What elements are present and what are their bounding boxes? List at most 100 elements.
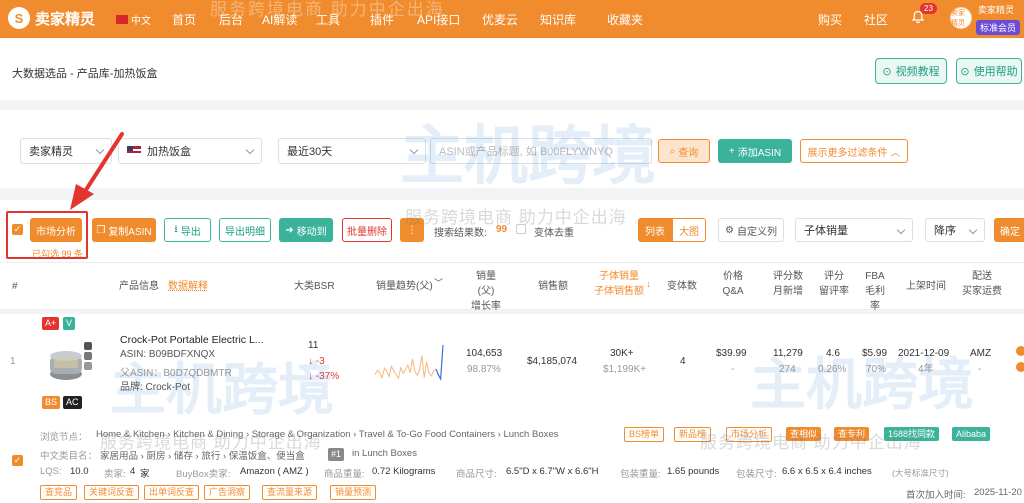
rank-badge: #1: [328, 448, 345, 461]
date-range-select[interactable]: 最近30天: [278, 138, 426, 164]
col-sales[interactable]: 销量(父) 增长率: [468, 269, 504, 314]
col-trend-dropdown-icon[interactable]: ﹀: [434, 276, 443, 291]
col-bsr[interactable]: 大类BSR: [294, 279, 335, 294]
move-to-button[interactable]: ➜ 移动到: [279, 218, 333, 242]
product-image[interactable]: [44, 338, 96, 386]
col-rating[interactable]: 评分 留评率: [818, 269, 850, 299]
asin-search-input[interactable]: ASIN或产品标题, 如 B00FLYWNYQ: [430, 138, 652, 164]
buybox-seller: Amazon ( AMZ ): [240, 466, 309, 477]
gear-icon: ⚙: [725, 224, 734, 236]
ad-insight-button[interactable]: 广告洞察: [204, 485, 251, 500]
row-index: 1: [10, 356, 16, 367]
avatar[interactable]: 卖家精灵: [950, 7, 972, 29]
help-button[interactable]: ⊙ 使用帮助: [956, 58, 1022, 84]
result-count-label: 搜索结果数:: [434, 228, 487, 239]
bestseller-badge: BS: [42, 396, 61, 409]
alibaba-button[interactable]: Alibaba: [952, 427, 991, 441]
amazon-choice-badge: AC: [63, 396, 82, 409]
dedupe-checkbox[interactable]: [516, 224, 526, 234]
sales-trend-sparkline[interactable]: [374, 342, 444, 382]
export-button[interactable]: ⭳ 导出: [164, 218, 211, 242]
traffic-source-button[interactable]: 查流量来源: [262, 485, 318, 500]
first-added-label: 首次加入时间:: [906, 490, 966, 501]
nav-favorites[interactable]: 收藏夹: [607, 11, 643, 28]
col-reviews[interactable]: 评分数 月新增: [772, 269, 804, 299]
dedupe-label: 变体去重: [534, 228, 574, 239]
row-action-icon[interactable]: [1016, 362, 1024, 372]
more-actions-button[interactable]: ⋮: [400, 218, 424, 242]
price: $39.99: [716, 348, 747, 359]
browse-node-path[interactable]: Home & Kitchen › Kitchen & Dining › Stor…: [96, 429, 558, 440]
find-similar-button[interactable]: 查相似: [786, 427, 822, 441]
col-child-sales[interactable]: 子体销量 子体销售额: [594, 269, 644, 299]
china-flag-icon: [116, 15, 128, 24]
grid-view-button[interactable]: 大图: [672, 218, 706, 242]
seller-count: 4: [130, 466, 136, 477]
nav-buy[interactable]: 购买: [818, 11, 842, 28]
more-filters-button[interactable]: 展示更多过滤条件 ︿: [800, 139, 908, 163]
col-fba[interactable]: FBA 毛利率: [863, 269, 887, 314]
row-action-icon[interactable]: [1016, 346, 1024, 356]
nav-api[interactable]: API接口: [417, 11, 460, 28]
sort-order-select[interactable]: 降序: [925, 218, 985, 242]
sort-desc-icon[interactable]: ↓: [646, 277, 651, 292]
competitor-search-button[interactable]: 查竞品: [40, 485, 78, 500]
user-name[interactable]: 卖家精灵: [978, 3, 1014, 16]
batch-delete-button[interactable]: 批量删除: [342, 218, 392, 242]
custom-columns-button[interactable]: ⚙ 自定义列: [718, 218, 784, 242]
category-select[interactable]: 加热饭盒: [118, 138, 262, 164]
col-revenue[interactable]: 销售额: [538, 279, 568, 294]
bsr-change-pct: ↓ -37%: [308, 371, 340, 382]
col-fulfil[interactable]: 配送 买家运费: [960, 269, 1004, 299]
query-button[interactable]: ⌕ 查询: [658, 139, 710, 163]
product-asin[interactable]: ASIN: B09BDFXNQX: [120, 349, 215, 360]
result-count: 99: [496, 224, 508, 235]
nav-ai[interactable]: AI解读: [262, 11, 297, 28]
nav-home[interactable]: 首页: [172, 11, 196, 28]
logo-icon: S: [8, 7, 30, 29]
nav-knowledge[interactable]: 知识库: [540, 11, 576, 28]
col-sales-label: 销量(父): [476, 271, 496, 297]
col-variants[interactable]: 变体数: [667, 279, 697, 294]
sort-field-select[interactable]: 子体销量: [795, 218, 913, 242]
app-logo[interactable]: S 卖家精灵: [8, 7, 95, 29]
1688-search-button[interactable]: 1688找同款: [884, 427, 940, 441]
order-word-reverse-button[interactable]: 出单词反查: [144, 485, 200, 500]
sales-forecast-button[interactable]: 销量预测: [330, 485, 377, 500]
help-label: 使用帮助: [973, 66, 1018, 78]
export-detail-button[interactable]: 导出明细: [219, 218, 271, 242]
category-select-value: 加热饭盒: [147, 146, 191, 158]
language-switch[interactable]: 中文: [116, 12, 151, 27]
table-header: # 产品信息 数据解释 大类BSR 销量趋势(父) ﹀ 销量(父) 增长率 销售额…: [0, 262, 1024, 312]
list-view-button[interactable]: 列表: [638, 218, 672, 242]
data-explain-link[interactable]: 数据解释: [168, 279, 208, 294]
col-trend[interactable]: 销量趋势(父): [376, 279, 433, 294]
bsr-rank: 11: [308, 340, 319, 351]
copy-asin-button[interactable]: ❐ 复制ASIN: [92, 218, 156, 242]
product-brand[interactable]: 品牌: Crock-Pot: [120, 378, 190, 393]
table-row[interactable]: 1 A+ V BS AC Crock-Pot Portable Electric…: [0, 314, 1024, 503]
nav-plugins[interactable]: 插件: [370, 11, 394, 28]
nav-backend[interactable]: 后台: [219, 11, 243, 28]
buybox-label: BuyBox卖家:: [176, 469, 231, 480]
nav-tools[interactable]: 工具: [316, 11, 340, 28]
confirm-button[interactable]: 确定: [994, 218, 1024, 242]
patent-search-button[interactable]: 查专利: [834, 427, 870, 441]
export-label: 导出: [180, 226, 201, 238]
move-to-label: 移动到: [296, 226, 327, 238]
nav-youmai[interactable]: 优麦云: [482, 11, 518, 28]
nav-community[interactable]: 社区: [864, 11, 888, 28]
product-parent-asin[interactable]: 父ASIN：B0D7QDBMTR: [120, 364, 232, 379]
product-title[interactable]: Crock-Pot Portable Electric L...: [120, 334, 264, 346]
col-launch[interactable]: 上架时间: [906, 279, 946, 294]
keyword-reverse-button[interactable]: 关键词反查: [84, 485, 140, 500]
col-price[interactable]: 价格 Q&A: [722, 269, 744, 299]
row-checkbox[interactable]: ✓: [12, 455, 23, 466]
bs-list-button[interactable]: BS榜单: [624, 427, 665, 442]
market-analysis-tag-button[interactable]: 市场分析: [726, 427, 773, 442]
review-count: 11,279: [773, 348, 803, 359]
col-index: #: [12, 281, 18, 292]
video-tutorial-button[interactable]: ⊙ 视频教程: [875, 58, 947, 84]
add-asin-button[interactable]: + 添加ASIN: [718, 139, 792, 163]
new-list-button[interactable]: 新品榜: [674, 427, 712, 442]
